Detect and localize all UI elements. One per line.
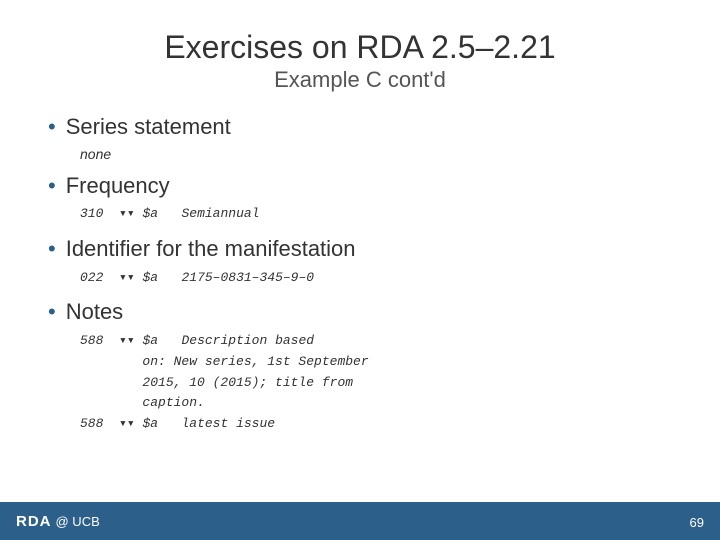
identifier-content: 022 ▾▾ $a 2175–0831–345–9–0	[80, 268, 672, 289]
bullet-dot-notes: •	[48, 298, 56, 327]
footer-logo: RDA	[16, 513, 52, 530]
footer-text: @ UCB	[56, 514, 100, 529]
notes-content: 588 ▾▾ $a Description based on: New seri…	[80, 331, 672, 435]
notes-marc-line3: 2015, 10 (2015); title from	[80, 375, 353, 390]
series-content: none	[80, 146, 672, 162]
main-title: Exercises on RDA 2.5–2.21	[48, 28, 672, 66]
bullet-series: • Series statement none	[48, 113, 672, 162]
bullet-dot-identifier: •	[48, 235, 56, 264]
frequency-content: 310 ▾▾ $a Semiannual	[80, 204, 672, 225]
notes-marc-line2: on: New series, 1st September	[80, 354, 369, 369]
bullet-row-series: • Series statement	[48, 113, 672, 142]
bullet-notes: • Notes 588 ▾▾ $a Description based on: …	[48, 298, 672, 435]
bullet-identifier: • Identifier for the manifestation 022 ▾…	[48, 235, 672, 288]
bullet-dot-frequency: •	[48, 172, 56, 201]
frequency-marc: 310 ▾▾ $a Semiannual	[80, 206, 259, 221]
title-block: Exercises on RDA 2.5–2.21 Example C cont…	[48, 28, 672, 95]
bullet-row-identifier: • Identifier for the manifestation	[48, 235, 672, 264]
bullet-dot-series: •	[48, 113, 56, 142]
bullet-label-notes: Notes	[66, 298, 123, 327]
bullet-row-notes: • Notes	[48, 298, 672, 327]
slide-container: Exercises on RDA 2.5–2.21 Example C cont…	[0, 0, 720, 540]
bullet-row-frequency: • Frequency	[48, 172, 672, 201]
notes-marc-line4: caption.	[80, 395, 205, 410]
identifier-marc: 022 ▾▾ $a 2175–0831–345–9–0	[80, 270, 314, 285]
notes-marc-line1: 588 ▾▾ $a Description based	[80, 333, 314, 348]
notes-marc-line5: 588 ▾▾ $a latest issue	[80, 416, 275, 431]
bullet-label-frequency: Frequency	[66, 172, 170, 201]
page-number: 69	[690, 515, 704, 530]
bullet-frequency: • Frequency 310 ▾▾ $a Semiannual	[48, 172, 672, 225]
bullet-label-series: Series statement	[66, 113, 231, 142]
bullet-label-identifier: Identifier for the manifestation	[66, 235, 356, 264]
footer-bar: RDA @ UCB 69	[0, 502, 720, 540]
sub-title: Example C cont'd	[48, 66, 672, 95]
